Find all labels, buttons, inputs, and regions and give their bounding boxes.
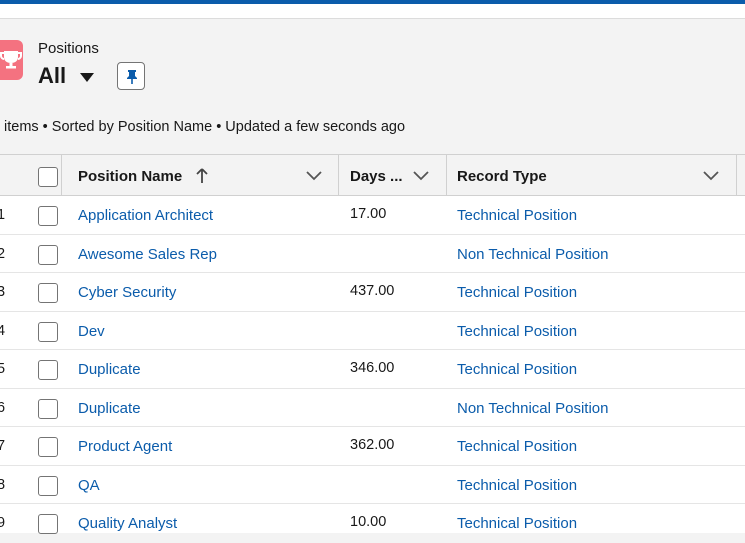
position-name-link[interactable]: Application Architect [78,207,213,224]
row-number: 1 [0,207,6,223]
row-checkbox[interactable] [38,475,58,496]
chevron-down-icon[interactable] [413,171,429,181]
chevron-down-icon[interactable] [703,171,719,181]
position-name-link[interactable]: Quality Analyst [78,515,177,532]
column-header-position-name[interactable]: Position Name [78,168,182,185]
row-number: 3 [0,284,6,300]
column-divider [446,155,447,196]
table-row: 8 QA Technical Position [0,466,745,504]
table-row: 5 Duplicate 346.00 Technical Position [0,350,745,389]
positions-table: Position Name Days ... Record Type 1 App… [0,154,745,534]
header-divider [0,18,745,19]
column-divider [338,155,339,196]
pin-icon [127,70,137,84]
position-name-link[interactable]: Duplicate [78,400,141,417]
record-type-link[interactable]: Technical Position [457,284,577,301]
table-row: 9 Quality Analyst 10.00 Technical Positi… [0,504,745,543]
table-row: 3 Cyber Security 437.00 Technical Positi… [0,273,745,312]
row-number: 5 [0,361,6,377]
list-view-title[interactable]: All [38,63,66,89]
record-type-link[interactable]: Technical Position [457,515,577,532]
table-row: 1 Application Architect 17.00 Technical … [0,196,745,235]
position-name-link[interactable]: Cyber Security [78,284,176,301]
column-header-record-type[interactable]: Record Type [457,168,547,185]
days-value: 346.00 [350,360,395,376]
row-checkbox[interactable] [38,360,58,380]
days-value: 10.00 [350,514,387,530]
record-type-link[interactable]: Non Technical Position [457,246,608,263]
row-checkbox[interactable] [38,206,58,226]
row-number: 7 [0,438,6,454]
row-checkbox[interactable] [38,437,58,457]
position-name-link[interactable]: Product Agent [78,438,172,455]
record-type-link[interactable]: Technical Position [457,361,577,378]
list-status: items • Sorted by Position Name • Update… [4,119,406,135]
days-value: 362.00 [350,437,395,453]
table-row: 2 Awesome Sales Rep Non Technical Positi… [0,235,745,273]
trophy-icon [0,40,23,80]
row-number: 4 [0,322,6,339]
row-checkbox[interactable] [38,398,58,419]
table-row: 7 Product Agent 362.00 Technical Positio… [0,427,745,466]
record-type-link[interactable]: Technical Position [457,207,577,224]
column-divider [61,155,62,196]
position-name-link[interactable]: Duplicate [78,361,141,378]
top-spacer [0,4,745,18]
table-row: 4 Dev Technical Position [0,312,745,350]
select-all-checkbox[interactable] [38,167,58,187]
row-number: 9 [0,515,6,531]
row-checkbox[interactable] [38,283,58,303]
chevron-down-icon[interactable] [306,171,322,181]
table-header: Position Name Days ... Record Type [0,154,745,196]
caret-down-icon[interactable] [79,70,95,88]
days-value: 437.00 [350,283,395,299]
position-name-link[interactable]: Awesome Sales Rep [78,246,217,263]
object-label: Positions [38,40,99,57]
record-type-link[interactable]: Technical Position [457,477,577,494]
row-checkbox[interactable] [38,514,58,534]
row-checkbox[interactable] [38,321,58,342]
position-name-link[interactable]: Dev [78,323,105,340]
table-row: 6 Duplicate Non Technical Position [0,389,745,427]
row-checkbox[interactable] [38,244,58,265]
column-divider [736,155,737,196]
row-number: 6 [0,399,6,416]
pin-button[interactable] [117,62,145,90]
position-name-link[interactable]: QA [78,477,100,494]
row-number: 8 [0,476,6,493]
days-value: 17.00 [350,206,387,222]
row-number: 2 [0,245,6,262]
record-type-link[interactable]: Technical Position [457,323,577,340]
arrow-up-icon [196,168,208,183]
column-header-days[interactable]: Days ... [350,168,403,185]
record-type-link[interactable]: Non Technical Position [457,400,608,417]
record-type-link[interactable]: Technical Position [457,438,577,455]
